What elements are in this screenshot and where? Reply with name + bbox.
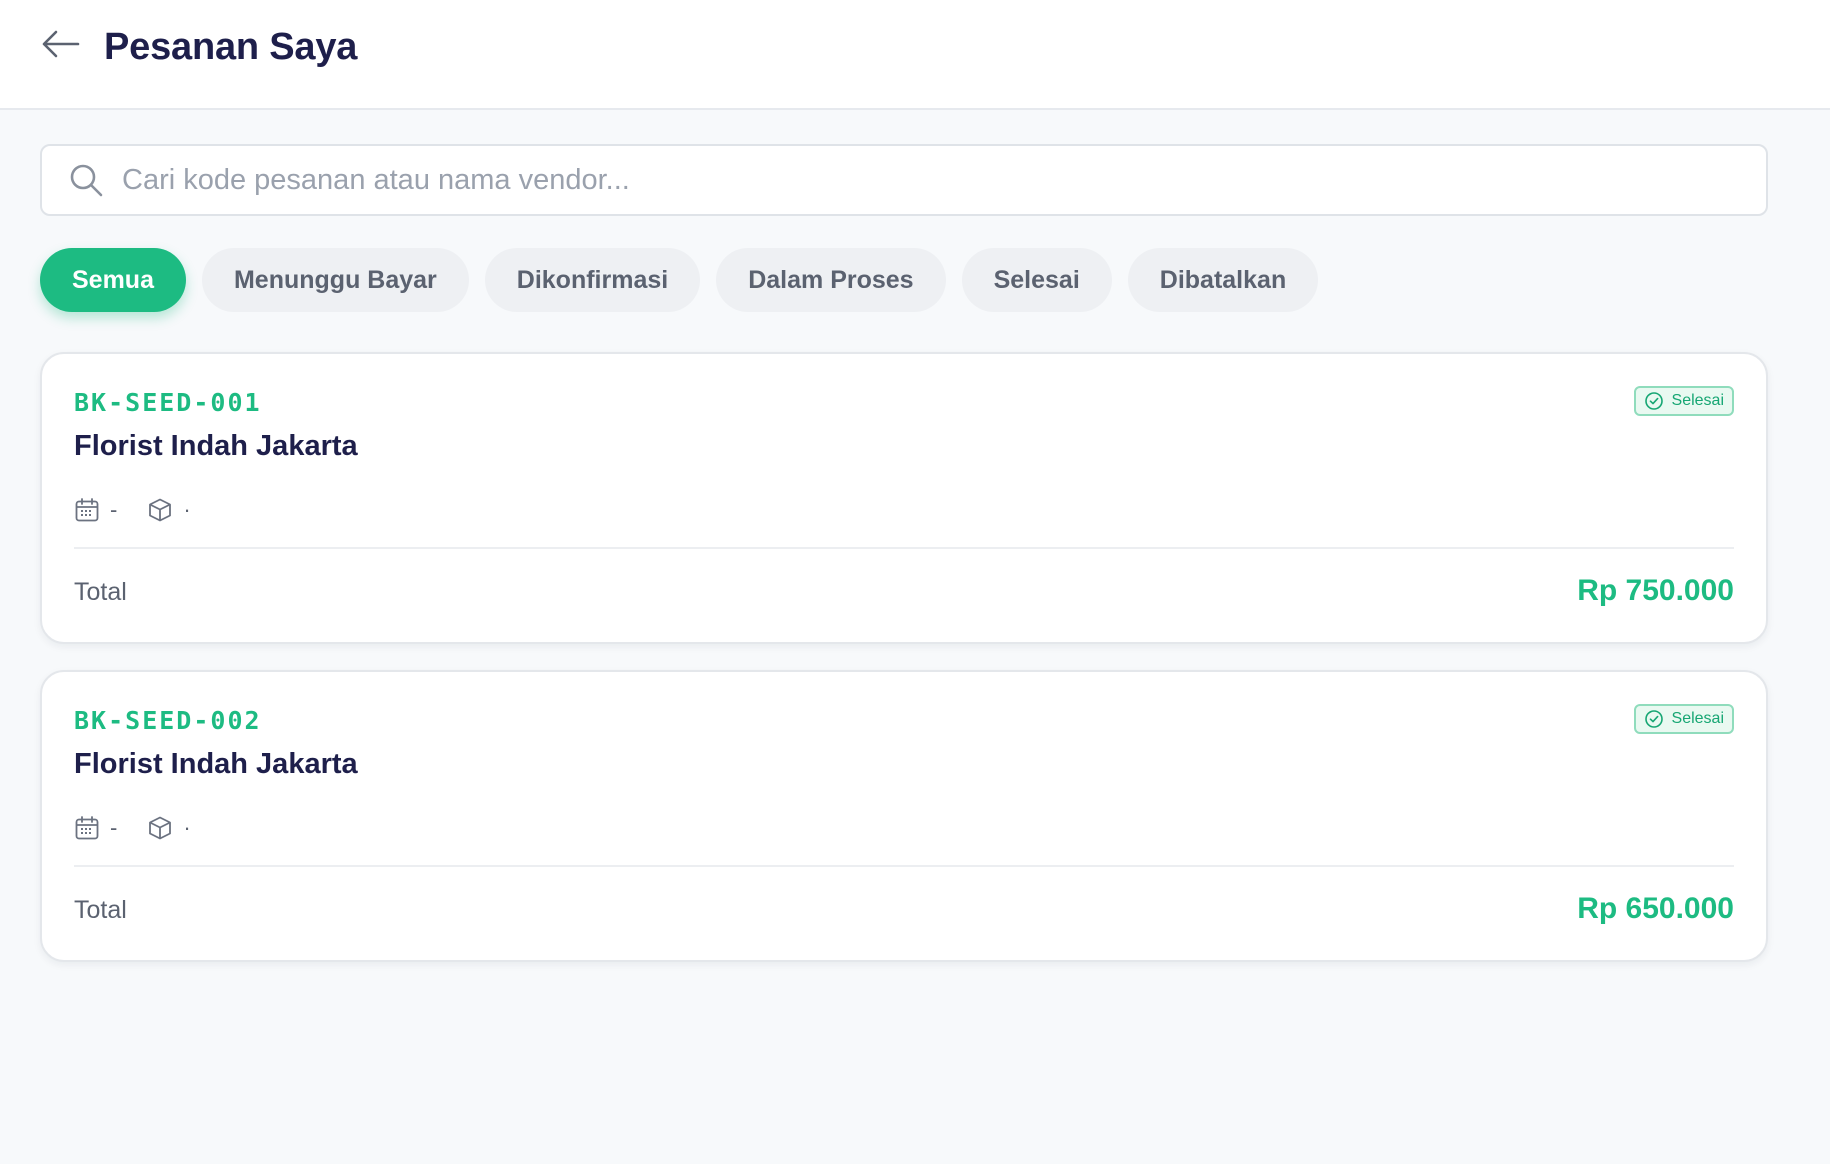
order-date: - [74, 815, 117, 841]
divider [74, 547, 1734, 549]
order-code: BK-SEED-002 [74, 706, 262, 735]
total-value: Rp 750.000 [1577, 574, 1734, 607]
header: Pesanan Saya [0, 0, 1830, 110]
order-date-value: - [110, 497, 118, 522]
total-value: Rp 650.000 [1577, 892, 1734, 925]
filter-chip-dikonfirmasi[interactable]: Dikonfirmasi [484, 248, 701, 312]
filter-chip-selesai[interactable]: Selesai [961, 248, 1112, 312]
package-icon [149, 498, 172, 522]
status-label: Selesai [1671, 710, 1724, 727]
order-code: BK-SEED-001 [74, 388, 262, 417]
status-filter-tabs: Semua Menunggu Bayar Dikonfirmasi Dalam … [40, 248, 1319, 312]
divider [74, 865, 1734, 867]
search-bar[interactable] [40, 144, 1768, 216]
order-date: - [74, 497, 117, 523]
order-card[interactable]: BK-SEED-001 Selesai Florist Indah Jakart… [40, 352, 1768, 644]
calendar-icon [75, 816, 99, 840]
vendor-name: Florist Indah Jakarta [74, 748, 358, 780]
order-package-value: · [183, 815, 191, 840]
arrow-left-icon [42, 30, 80, 58]
total-label: Total [74, 896, 127, 924]
order-package: · [147, 497, 191, 523]
status-badge: Selesai [1633, 704, 1734, 734]
status-label: Selesai [1671, 392, 1724, 409]
status-badge: Selesai [1633, 386, 1734, 416]
page-title: Pesanan Saya [104, 26, 358, 68]
filter-chip-semua[interactable]: Semua [40, 248, 186, 312]
order-card[interactable]: BK-SEED-002 Selesai Florist Indah Jakart… [40, 670, 1768, 962]
filter-chip-dibatalkan[interactable]: Dibatalkan [1127, 248, 1319, 312]
search-icon [66, 160, 106, 200]
order-date-value: - [110, 815, 118, 840]
check-circle-icon [1644, 710, 1663, 728]
calendar-icon [75, 498, 99, 522]
vendor-name: Florist Indah Jakarta [74, 430, 358, 462]
check-circle-icon [1644, 392, 1663, 410]
back-button[interactable] [38, 24, 82, 64]
order-package-value: · [183, 497, 191, 522]
order-meta: - · [74, 496, 191, 524]
order-meta: - · [74, 814, 191, 842]
order-package: · [147, 815, 191, 841]
total-label: Total [74, 578, 127, 606]
filter-chip-menunggu-bayar[interactable]: Menunggu Bayar [201, 248, 469, 312]
package-icon [149, 816, 172, 840]
filter-chip-dalam-proses[interactable]: Dalam Proses [716, 248, 946, 312]
search-input[interactable] [120, 162, 1766, 198]
